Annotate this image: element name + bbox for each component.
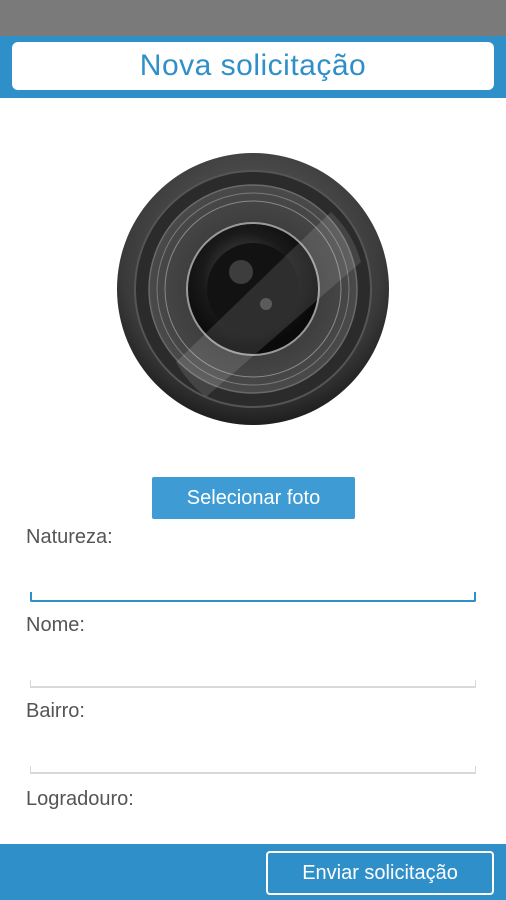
natureza-input[interactable] (30, 592, 476, 602)
logradouro-label: Logradouro: (26, 788, 134, 810)
footer-bar: Enviar solicitação (0, 844, 506, 900)
bairro-input[interactable] (30, 766, 476, 774)
title-box: Nova solicitação (12, 42, 494, 90)
camera-lens-icon[interactable] (116, 152, 390, 426)
send-request-button[interactable]: Enviar solicitação (266, 851, 494, 895)
app-header: Nova solicitação (0, 36, 506, 98)
nome-label: Nome: (26, 614, 85, 636)
select-photo-button[interactable]: Selecionar foto (152, 477, 355, 519)
bairro-label: Bairro: (26, 700, 85, 722)
page-title: Nova solicitação (139, 49, 367, 82)
natureza-label: Natureza: (26, 526, 113, 548)
status-bar (0, 0, 506, 36)
nome-input[interactable] (30, 680, 476, 688)
